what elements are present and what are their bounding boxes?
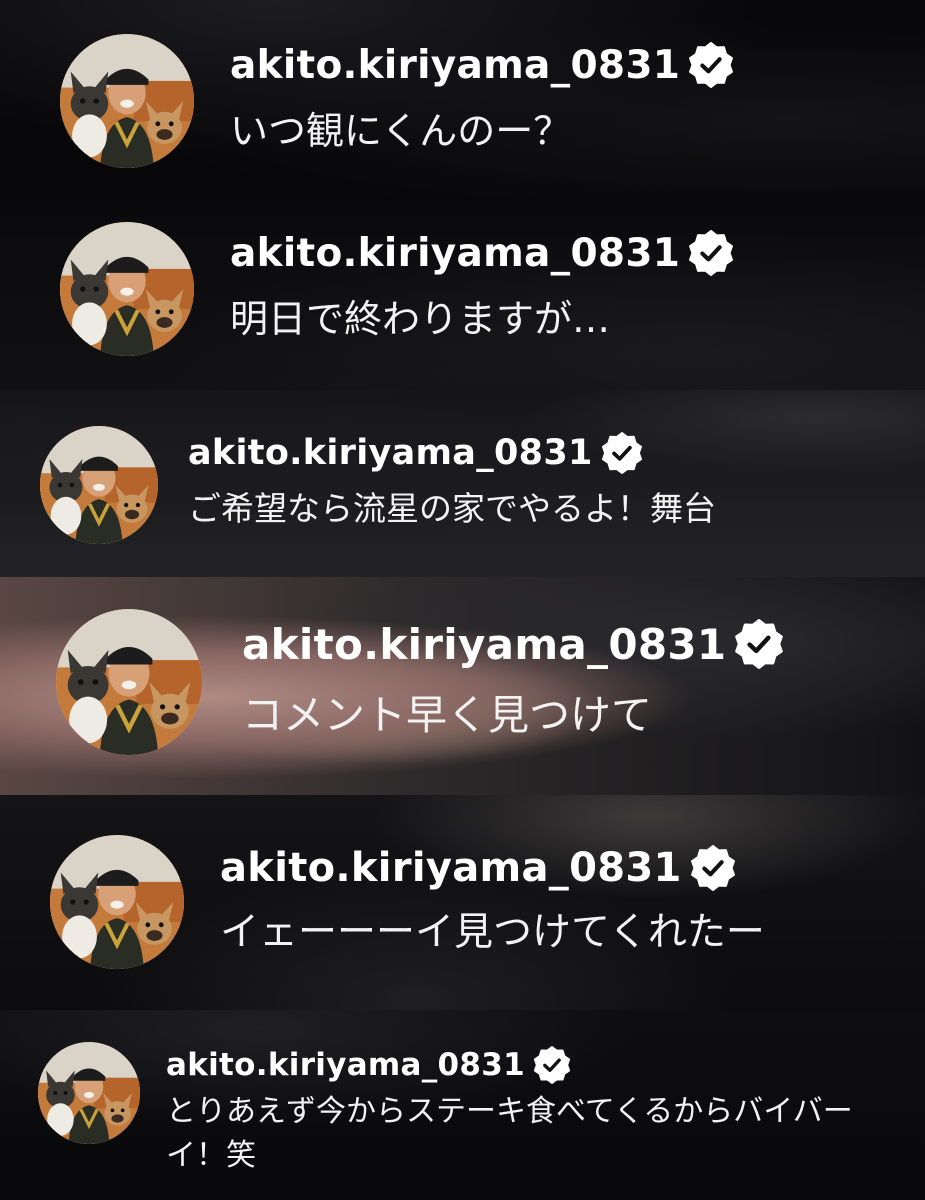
comment-panel: akito.kiriyama_0831 ご希望なら流星の家でやるよ！舞台 [0, 390, 925, 577]
username[interactable]: akito.kiriyama_0831 [230, 231, 680, 276]
verified-badge-icon [734, 619, 784, 669]
live-comment: akito.kiriyama_0831 コメント早く見つけて [56, 609, 784, 755]
verified-badge-icon [688, 42, 734, 88]
comment-panel: akito.kiriyama_0831 イェーーーイ見つけてくれたー [0, 795, 925, 1010]
comment-text: いつ観にくんのー？ [230, 109, 572, 153]
comment-panel: akito.kiriyama_0831 いつ観にくんのー？ [0, 0, 925, 200]
live-comment: akito.kiriyama_0831 いつ観にくんのー？ [60, 34, 734, 168]
username[interactable]: akito.kiriyama_0831 [188, 433, 593, 473]
avatar[interactable] [50, 835, 184, 969]
comment-panel: akito.kiriyama_0831 とりあえず今からステーキ食べてくるからバ… [0, 1010, 925, 1200]
live-comment: akito.kiriyama_0831 イェーーーイ見つけてくれたー [50, 835, 765, 969]
avatar[interactable] [60, 34, 194, 168]
comment-text: ご希望なら流星の家でやるよ！舞台 [188, 489, 716, 528]
live-comment: akito.kiriyama_0831 明日で終わりますが… [60, 222, 734, 356]
comment-text: とりあえず今からステーキ食べてくるからバイバーイ！笑 [166, 1094, 853, 1173]
comment-panel: akito.kiriyama_0831 コメント早く見つけて [0, 577, 925, 795]
avatar[interactable] [40, 426, 158, 544]
live-comment-collage: akito.kiriyama_0831 いつ観にくんのー？ akito.kiri… [0, 0, 925, 1200]
avatar[interactable] [60, 222, 194, 356]
username[interactable]: akito.kiriyama_0831 [166, 1047, 525, 1083]
live-comment: akito.kiriyama_0831 ご希望なら流星の家でやるよ！舞台 [40, 426, 716, 544]
comment-text: コメント早く見つけて [242, 691, 652, 739]
verified-badge-icon [690, 845, 736, 891]
username[interactable]: akito.kiriyama_0831 [242, 620, 726, 669]
comment-text: イェーーーイ見つけてくれたー [220, 910, 765, 955]
verified-badge-icon [601, 432, 643, 474]
comment-text: 明日で終わりますが… [230, 297, 611, 341]
username[interactable]: akito.kiriyama_0831 [230, 43, 680, 88]
live-comment: akito.kiriyama_0831 とりあえず今からステーキ食べてくるからバ… [38, 1042, 886, 1177]
avatar[interactable] [38, 1042, 140, 1144]
comment-panel: akito.kiriyama_0831 明日で終わりますが… [0, 200, 925, 390]
avatar[interactable] [56, 609, 202, 755]
verified-badge-icon [533, 1046, 571, 1084]
verified-badge-icon [688, 230, 734, 276]
username[interactable]: akito.kiriyama_0831 [220, 845, 682, 891]
